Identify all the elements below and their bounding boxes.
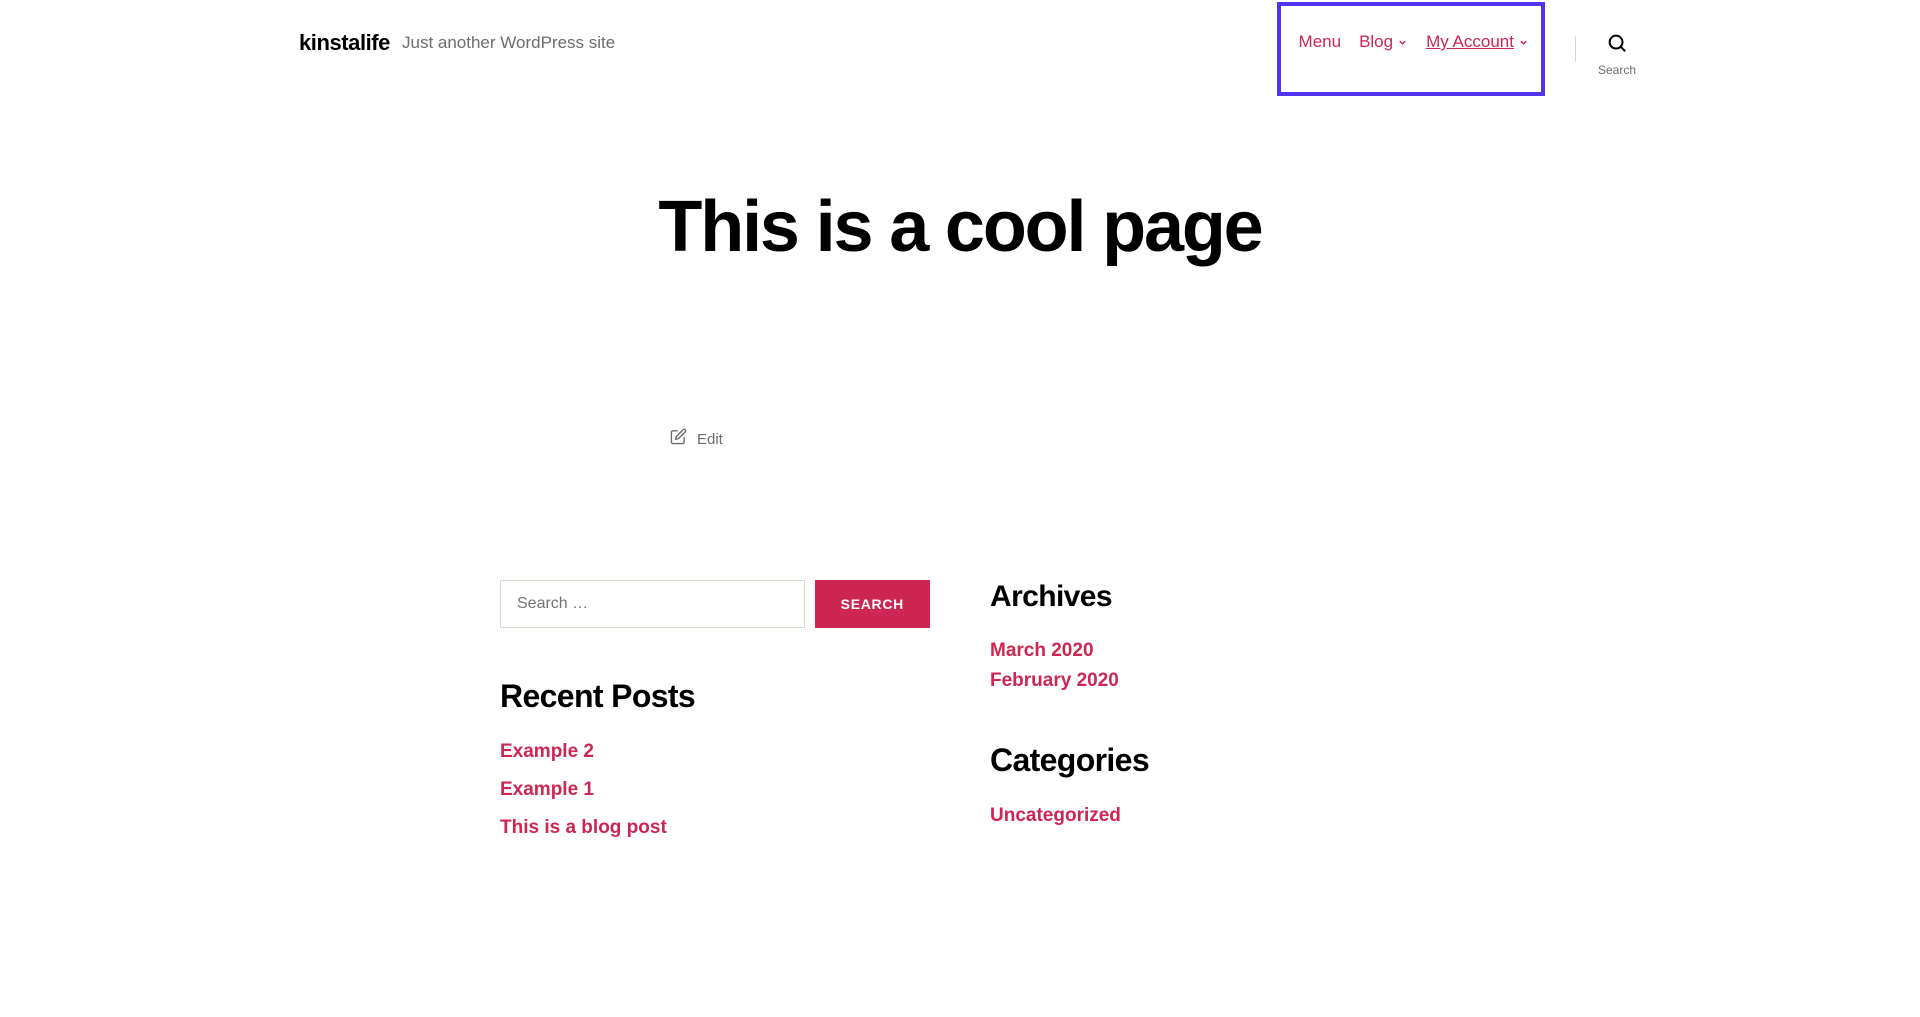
edit-link[interactable]: Edit [670,428,1250,580]
primary-nav: Menu Blog My Account [1277,2,1545,96]
archives-title: Archives [990,580,1420,614]
footer-widgets: SEARCH Recent Posts Example 2 Example 1 … [480,580,1440,907]
nav-item-label: Menu [1299,32,1342,52]
nav-item-menu[interactable]: Menu [1299,32,1342,52]
nav-item-label: My Account [1426,32,1514,52]
recent-posts-title: Recent Posts [500,678,930,715]
widget-column-right: Archives March 2020 February 2020 Catego… [990,580,1420,867]
recent-post-item[interactable]: This is a blog post [500,817,930,839]
recent-posts-list: Example 2 Example 1 This is a blog post [500,741,930,839]
nav-item-blog[interactable]: Blog [1359,32,1408,52]
category-item[interactable]: Uncategorized [990,805,1420,827]
categories-list: Uncategorized [990,805,1420,827]
chevron-down-icon [1518,37,1529,48]
chevron-down-icon [1397,37,1408,48]
archives-widget: Archives March 2020 February 2020 [990,580,1420,692]
search-form: SEARCH [500,580,930,628]
search-toggle-label: Search [1598,63,1636,77]
nav-item-label: Blog [1359,32,1393,52]
search-input[interactable] [500,580,805,628]
edit-label: Edit [697,431,723,448]
page-title: This is a cool page [204,186,1716,268]
nav-item-my-account[interactable]: My Account [1426,32,1529,52]
archives-list: March 2020 February 2020 [990,640,1420,692]
recent-post-item[interactable]: Example 2 [500,741,930,763]
search-button[interactable]: SEARCH [815,580,930,628]
categories-widget: Categories Uncategorized [990,742,1420,827]
edit-icon [670,428,687,450]
search-toggle[interactable]: Search [1598,22,1636,77]
widget-column-left: SEARCH Recent Posts Example 2 Example 1 … [500,580,930,867]
page-title-wrap: This is a cool page [204,86,1716,428]
archive-item[interactable]: February 2020 [990,670,1420,692]
site-tagline: Just another WordPress site [402,33,615,53]
archive-item[interactable]: March 2020 [990,640,1420,662]
divider [1575,36,1576,62]
recent-post-item[interactable]: Example 1 [500,779,930,801]
search-icon [1606,32,1628,59]
categories-title: Categories [990,742,1420,779]
primary-nav-wrap: Menu Blog My Account Search [1277,2,1636,96]
site-header: kinstalife Just another WordPress site M… [204,0,1716,86]
site-title[interactable]: kinstalife [299,30,390,56]
